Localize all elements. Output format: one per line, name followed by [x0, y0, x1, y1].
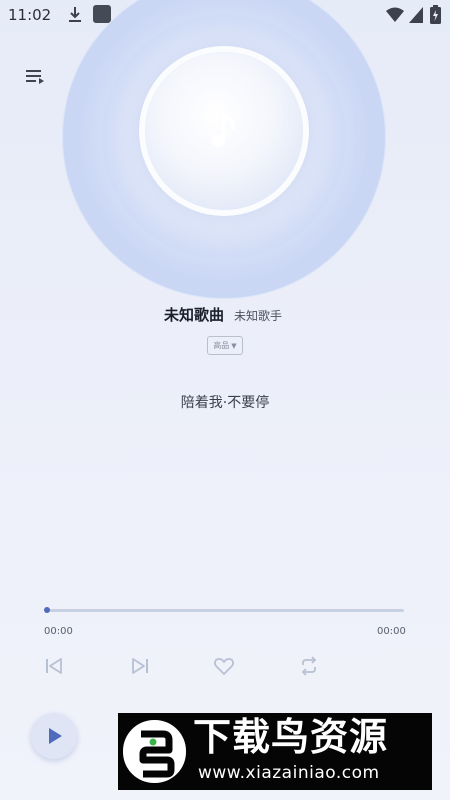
watermark-title: 下载鸟资源: [193, 715, 389, 759]
signal-icon: [409, 7, 423, 23]
next-icon[interactable]: [129, 655, 151, 677]
battery-icon: [430, 5, 441, 24]
quality-label: 高品: [213, 341, 230, 350]
progress-knob[interactable]: [44, 607, 50, 613]
wifi-icon: [386, 7, 404, 22]
bird-logo: [123, 720, 186, 783]
download-icon: [69, 7, 81, 22]
watermark-banner: 下载鸟资源 www.xiazainiao.com: [118, 713, 432, 790]
watermark-url: www.xiazainiao.com: [198, 763, 380, 783]
artist-name: 未知歌手: [234, 309, 283, 323]
play-button[interactable]: [31, 713, 77, 759]
app-notification-icon: [93, 5, 111, 23]
caret-down-icon: ▼: [231, 342, 237, 350]
music-note-icon: [211, 113, 235, 147]
repeat-icon[interactable]: [298, 655, 320, 677]
quality-selector[interactable]: 高品 ▼: [207, 336, 243, 355]
playlist-icon[interactable]: [22, 64, 48, 90]
lyric-line: 陪着我·不要停: [180, 395, 270, 411]
current-time: 00:00: [44, 626, 73, 637]
song-title: 未知歌曲: [164, 306, 225, 324]
heart-icon[interactable]: [213, 655, 235, 677]
status-time: 11:02: [8, 6, 52, 24]
progress-bar[interactable]: [44, 607, 404, 613]
previous-icon[interactable]: [43, 655, 65, 677]
play-icon: [49, 728, 62, 744]
total-time: 00:00: [377, 626, 406, 637]
